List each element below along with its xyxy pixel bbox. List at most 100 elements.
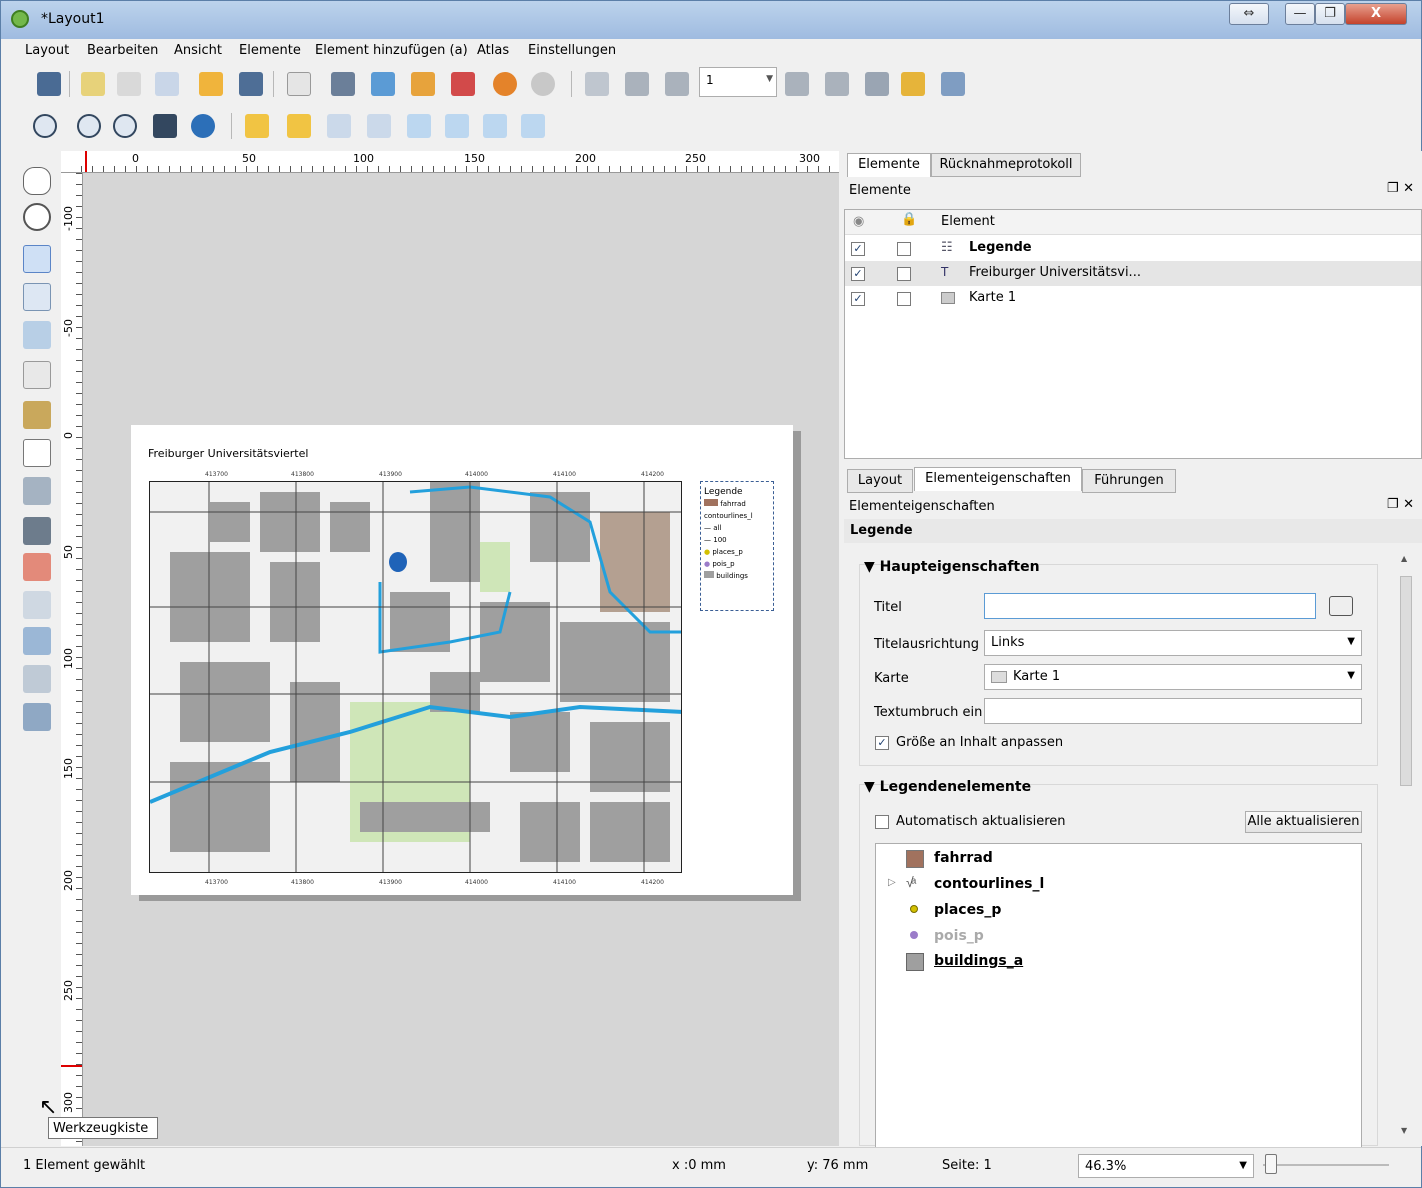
scrollbar-thumb[interactable] xyxy=(1400,576,1412,786)
list-item[interactable]: ✓ Karte 1 xyxy=(845,286,1421,311)
expression-icon[interactable] xyxy=(1329,596,1353,616)
list-item[interactable]: ✓ ☷ Legende xyxy=(845,236,1421,261)
float-close-icon[interactable]: ❐ ✕ xyxy=(1387,497,1414,512)
lock-checkbox[interactable] xyxy=(897,242,911,256)
wrap-char-input[interactable] xyxy=(984,698,1362,724)
zoom-slider-handle[interactable] xyxy=(1265,1154,1277,1174)
tab-ruecknahmeprotokoll[interactable]: Rücknahmeprotokoll xyxy=(931,153,1081,177)
zoom-tool-icon[interactable] xyxy=(23,203,51,231)
refresh-icon[interactable] xyxy=(191,114,215,138)
menu-einstellungen[interactable]: Einstellungen xyxy=(528,43,616,58)
legend-item[interactable]: Legende fahrrad contourlines_l — all — 1… xyxy=(700,481,774,611)
first-feature-icon[interactable] xyxy=(625,72,649,96)
add-shape-icon[interactable] xyxy=(23,553,51,581)
next-feature-icon[interactable] xyxy=(785,72,809,96)
resize-to-contents-checkbox[interactable]: ✓ xyxy=(875,736,889,750)
legend-tree[interactable]: fahrrad ▷ √ͣ contourlines_l places_p poi… xyxy=(875,843,1362,1153)
add-scalebar-icon[interactable] xyxy=(23,517,51,545)
export-pdf-icon[interactable] xyxy=(451,72,475,96)
tab-fuehrungen[interactable]: Führungen xyxy=(1082,469,1176,493)
atlas-preview-icon[interactable] xyxy=(585,72,609,96)
add-html-icon[interactable] xyxy=(23,665,51,693)
edit-nodes-icon[interactable] xyxy=(23,321,51,349)
map-title-label[interactable]: Freiburger Universitätsviertel xyxy=(148,447,308,460)
open-template-icon[interactable] xyxy=(199,72,223,96)
maximize-button[interactable]: ❐ xyxy=(1315,3,1345,25)
distribute-icon[interactable] xyxy=(483,114,507,138)
export-image-icon[interactable] xyxy=(371,72,395,96)
tab-elemente[interactable]: Elemente xyxy=(847,153,931,177)
raise-items-icon[interactable] xyxy=(407,114,431,138)
print-icon[interactable] xyxy=(331,72,355,96)
lock-checkbox[interactable] xyxy=(897,292,911,306)
zoom-full-icon[interactable] xyxy=(153,114,177,138)
minimize-button[interactable]: — xyxy=(1285,3,1315,25)
ungroup-items-icon[interactable] xyxy=(367,114,391,138)
visibility-checkbox[interactable]: ✓ xyxy=(851,267,865,281)
zoom-in-icon[interactable] xyxy=(33,114,57,138)
add-map-icon[interactable] xyxy=(23,361,51,389)
title-alignment-select[interactable]: Links ▼ xyxy=(984,630,1362,656)
update-all-button[interactable]: Alle aktualisieren xyxy=(1245,811,1362,833)
scroll-down-icon[interactable]: ▼ xyxy=(1401,1126,1407,1135)
page-setup-icon[interactable] xyxy=(287,72,311,96)
expand-arrow-icon[interactable]: ▷ xyxy=(888,877,896,888)
resize-items-icon[interactable] xyxy=(521,114,545,138)
resize-icon[interactable]: ⇔ xyxy=(1229,3,1269,25)
add-polygon-icon[interactable] xyxy=(23,627,51,655)
menu-layout[interactable]: Layout xyxy=(25,43,69,58)
align-left-icon[interactable] xyxy=(445,114,469,138)
move-content-icon[interactable] xyxy=(23,283,51,311)
add-legend-icon[interactable] xyxy=(23,477,51,505)
zoom-slider-track[interactable] xyxy=(1263,1164,1389,1166)
export-atlas-icon[interactable] xyxy=(901,72,925,96)
title-input[interactable] xyxy=(984,593,1316,619)
properties-scroll-area[interactable]: ▼ Haupteigenschaften Titel Titelausricht… xyxy=(844,546,1422,1153)
save-template-icon[interactable] xyxy=(239,72,263,96)
add-arrow-icon[interactable] xyxy=(23,591,51,619)
float-close-icon[interactable]: ❐ ✕ xyxy=(1387,181,1414,196)
menu-elemente[interactable]: Elemente xyxy=(239,43,301,58)
list-item[interactable]: ✓ T Freiburger Universitätsvi... xyxy=(845,261,1421,286)
horizontal-ruler[interactable]: 0 50 100 150 200 250 300 xyxy=(61,151,839,173)
previous-feature-icon[interactable] xyxy=(665,72,689,96)
group-items-icon[interactable] xyxy=(327,114,351,138)
vertical-ruler[interactable]: -100 -50 0 50 100 150 200 250 300 xyxy=(61,173,83,1146)
menu-bearbeiten[interactable]: Bearbeiten xyxy=(87,43,158,58)
add-label-icon[interactable] xyxy=(23,439,51,467)
zoom-out-icon[interactable] xyxy=(77,114,101,138)
properties-scrollbar[interactable]: ▲ ▼ xyxy=(1397,546,1415,1144)
map-item[interactable] xyxy=(149,481,682,873)
menu-atlas[interactable]: Atlas xyxy=(477,43,509,58)
redo-icon[interactable] xyxy=(531,72,555,96)
save-icon[interactable] xyxy=(37,72,61,96)
print-atlas-icon[interactable] xyxy=(865,72,889,96)
duplicate-layout-icon[interactable] xyxy=(117,72,141,96)
lock-checkbox[interactable] xyxy=(897,267,911,281)
visibility-checkbox[interactable]: ✓ xyxy=(851,292,865,306)
tab-elementeigenschaften[interactable]: Elementeigenschaften xyxy=(914,467,1082,491)
add-picture-icon[interactable] xyxy=(23,401,51,429)
new-layout-icon[interactable] xyxy=(81,72,105,96)
undo-icon[interactable] xyxy=(493,72,517,96)
add-table-icon[interactable] xyxy=(23,703,51,731)
pan-hand-icon[interactable] xyxy=(23,167,51,195)
select-move-icon[interactable] xyxy=(23,245,51,273)
unlock-items-icon[interactable] xyxy=(287,114,311,138)
scroll-up-icon[interactable]: ▲ xyxy=(1401,554,1407,563)
tab-layout[interactable]: Layout xyxy=(847,469,913,493)
layout-manager-icon[interactable] xyxy=(155,72,179,96)
menu-element-hinzufuegen[interactable]: Element hinzufügen (a) xyxy=(315,43,468,58)
lock-items-icon[interactable] xyxy=(245,114,269,138)
last-feature-icon[interactable] xyxy=(825,72,849,96)
atlas-page-combo[interactable]: 1 ▼ xyxy=(699,67,777,97)
layout-page[interactable]: Freiburger Universitätsviertel 413700 41… xyxy=(131,425,793,895)
zoom-combo[interactable]: 46.3% ▼ xyxy=(1078,1154,1254,1178)
atlas-settings-icon[interactable] xyxy=(941,72,965,96)
export-svg-icon[interactable] xyxy=(411,72,435,96)
visibility-checkbox[interactable]: ✓ xyxy=(851,242,865,256)
elements-list[interactable]: ◉ 🔒 Element ✓ ☷ Legende ✓ T Freiburger U… xyxy=(844,209,1422,459)
map-select[interactable]: Karte 1 ▼ xyxy=(984,664,1362,690)
close-button[interactable]: X xyxy=(1345,3,1407,25)
menu-ansicht[interactable]: Ansicht xyxy=(174,43,222,58)
